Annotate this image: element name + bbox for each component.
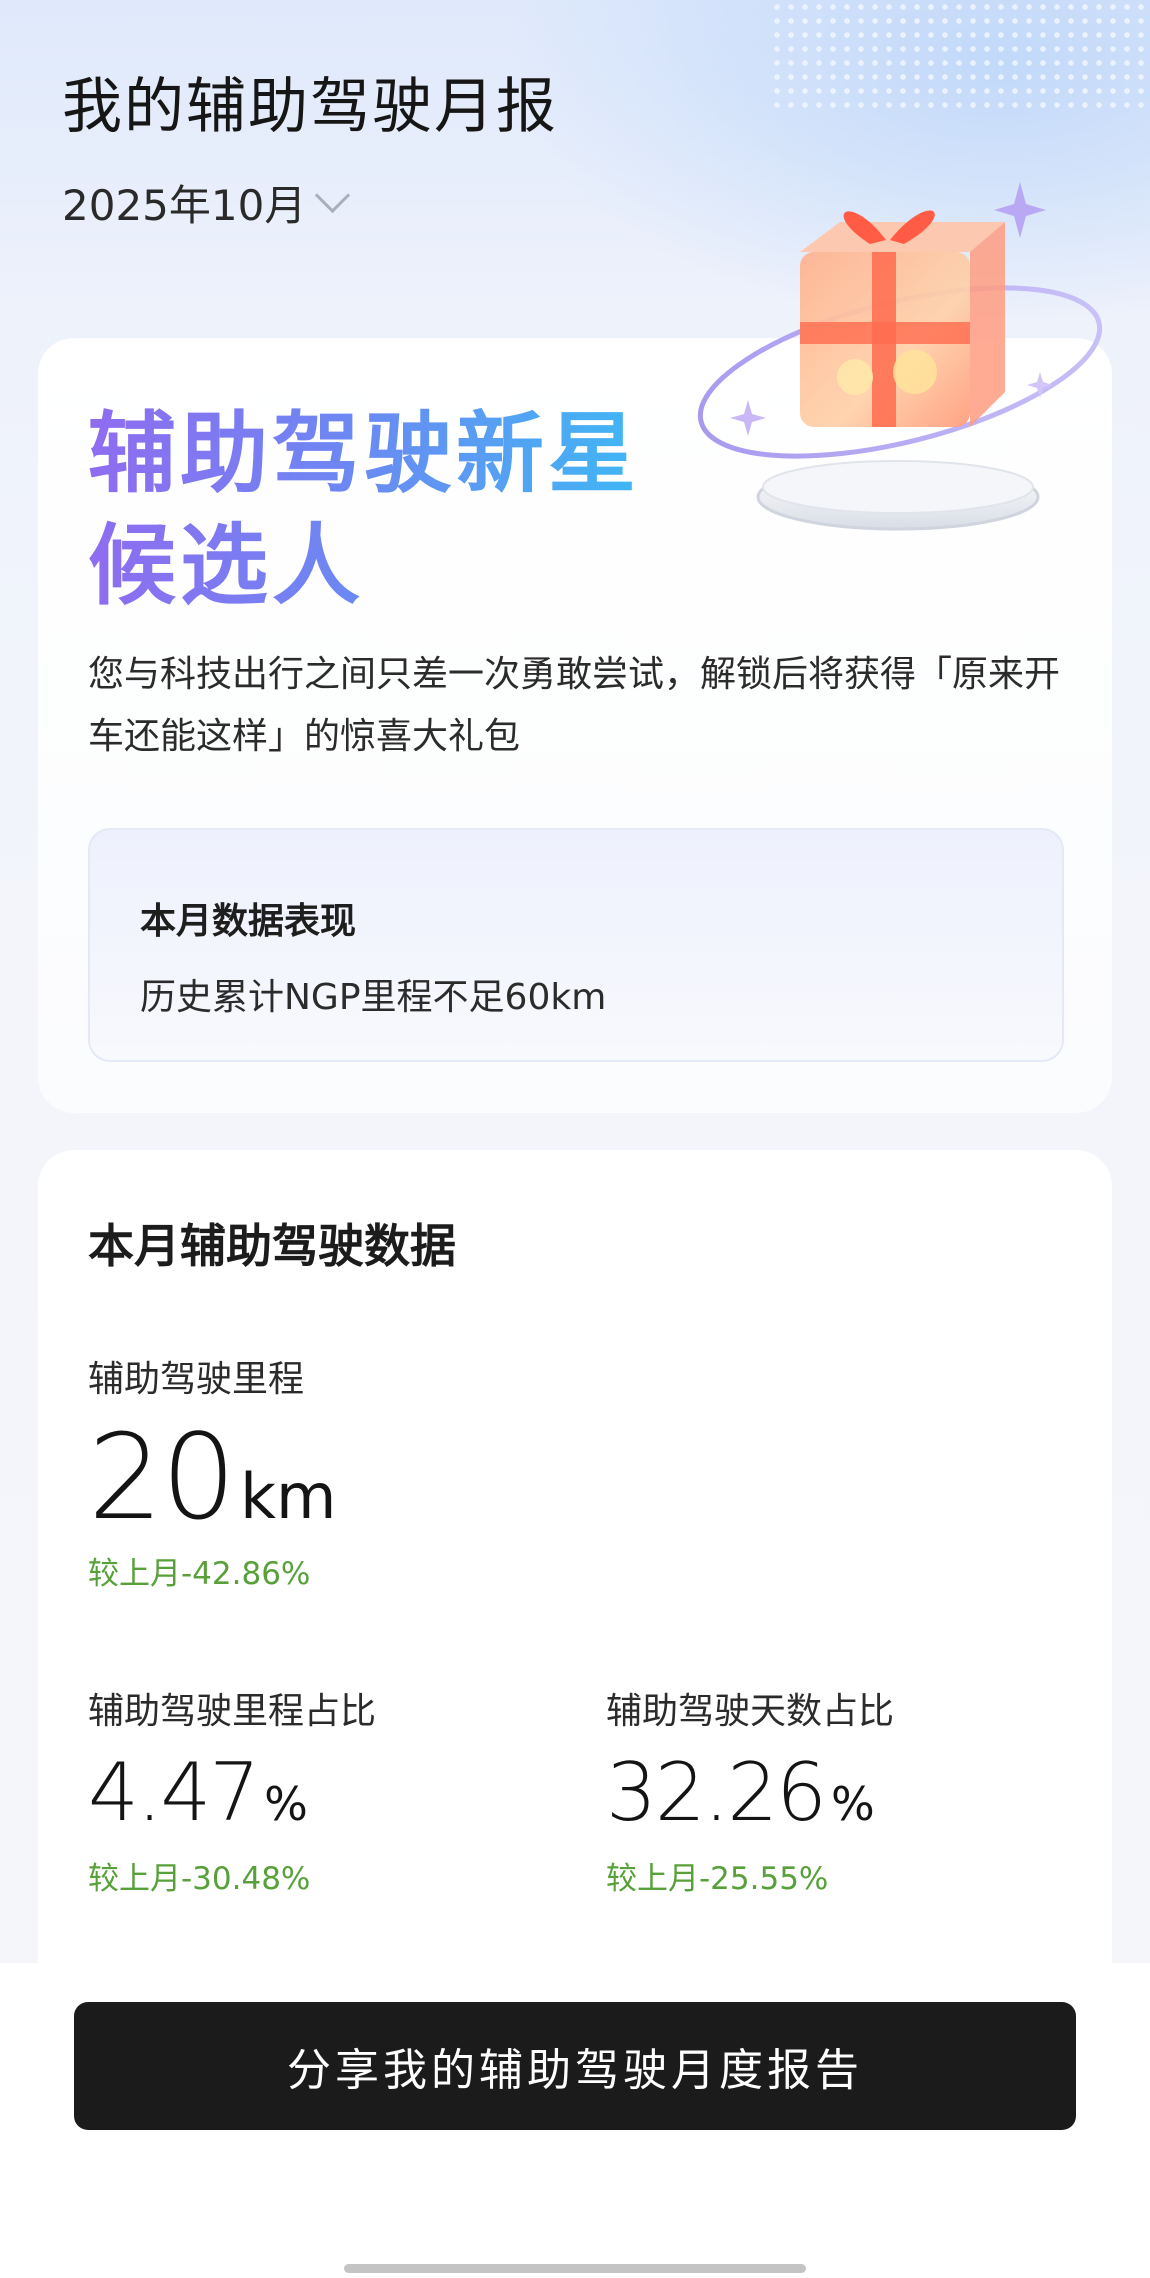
status-title-line1: 辅助驾驶新星 [88,402,641,505]
metric-value: 20km [88,1408,336,1546]
metric-label: 辅助驾驶里程占比 [88,1691,377,1732]
performance-text: 历史累计NGP里程不足60km [140,977,607,1018]
metric-compare: 较上月-30.48% [88,1861,311,1897]
performance-title: 本月数据表现 [140,901,357,942]
monthly-data-card: 本月辅助驾驶数据 辅助驾驶里程 20km 较上月-42.86% 辅助驾驶里程占比… [38,1150,1112,2050]
status-title-line2: 候选人 [88,514,365,617]
metric-number: 20 [88,1408,236,1546]
metric-unit: % [264,1777,308,1831]
chevron-down-icon [315,177,351,214]
status-title: 辅助驾驶新星 候选人 [88,398,640,622]
metric-number: 32.26 [606,1746,827,1839]
data-section-title: 本月辅助驾驶数据 [88,1219,456,1273]
metric-label: 辅助驾驶里程 [88,1359,305,1400]
share-report-button[interactable]: 分享我的辅助驾驶月度报告 [74,2002,1076,2130]
metric-value: 4.47% [88,1746,376,1839]
page-title: 我的辅助驾驶月报 [62,72,558,142]
metric-unit: km [240,1460,337,1533]
metric-compare: 较上月-25.55% [606,1861,829,1897]
metric-mileage-ratio: 辅助驾驶里程占比 4.47% 较上月-30.48% [88,1682,376,1898]
gift-box-icon [697,182,1103,531]
month-label: 2025年10月 [62,181,307,230]
metric-days-ratio: 辅助驾驶天数占比 32.26% 较上月-25.55% [606,1682,894,1898]
metric-label: 辅助驾驶天数占比 [606,1691,895,1732]
metric-compare: 较上月-42.86% [88,1556,311,1592]
metric-unit: % [831,1777,875,1831]
status-description: 您与科技出行之间只差一次勇敢尝试，解锁后将获得「原来开车还能这样」的惊喜大礼包 [88,654,1061,757]
metric-number: 4.47 [88,1746,260,1839]
performance-box: 本月数据表现 历史累计NGP里程不足60km [88,828,1064,1062]
metric-value: 32.26% [606,1746,894,1839]
home-indicator[interactable] [344,2264,806,2273]
month-selector[interactable]: 2025年10月 [62,172,351,233]
decorative-dots [770,0,1150,110]
metric-mileage: 辅助驾驶里程 20km 较上月-42.86% [88,1350,336,1593]
